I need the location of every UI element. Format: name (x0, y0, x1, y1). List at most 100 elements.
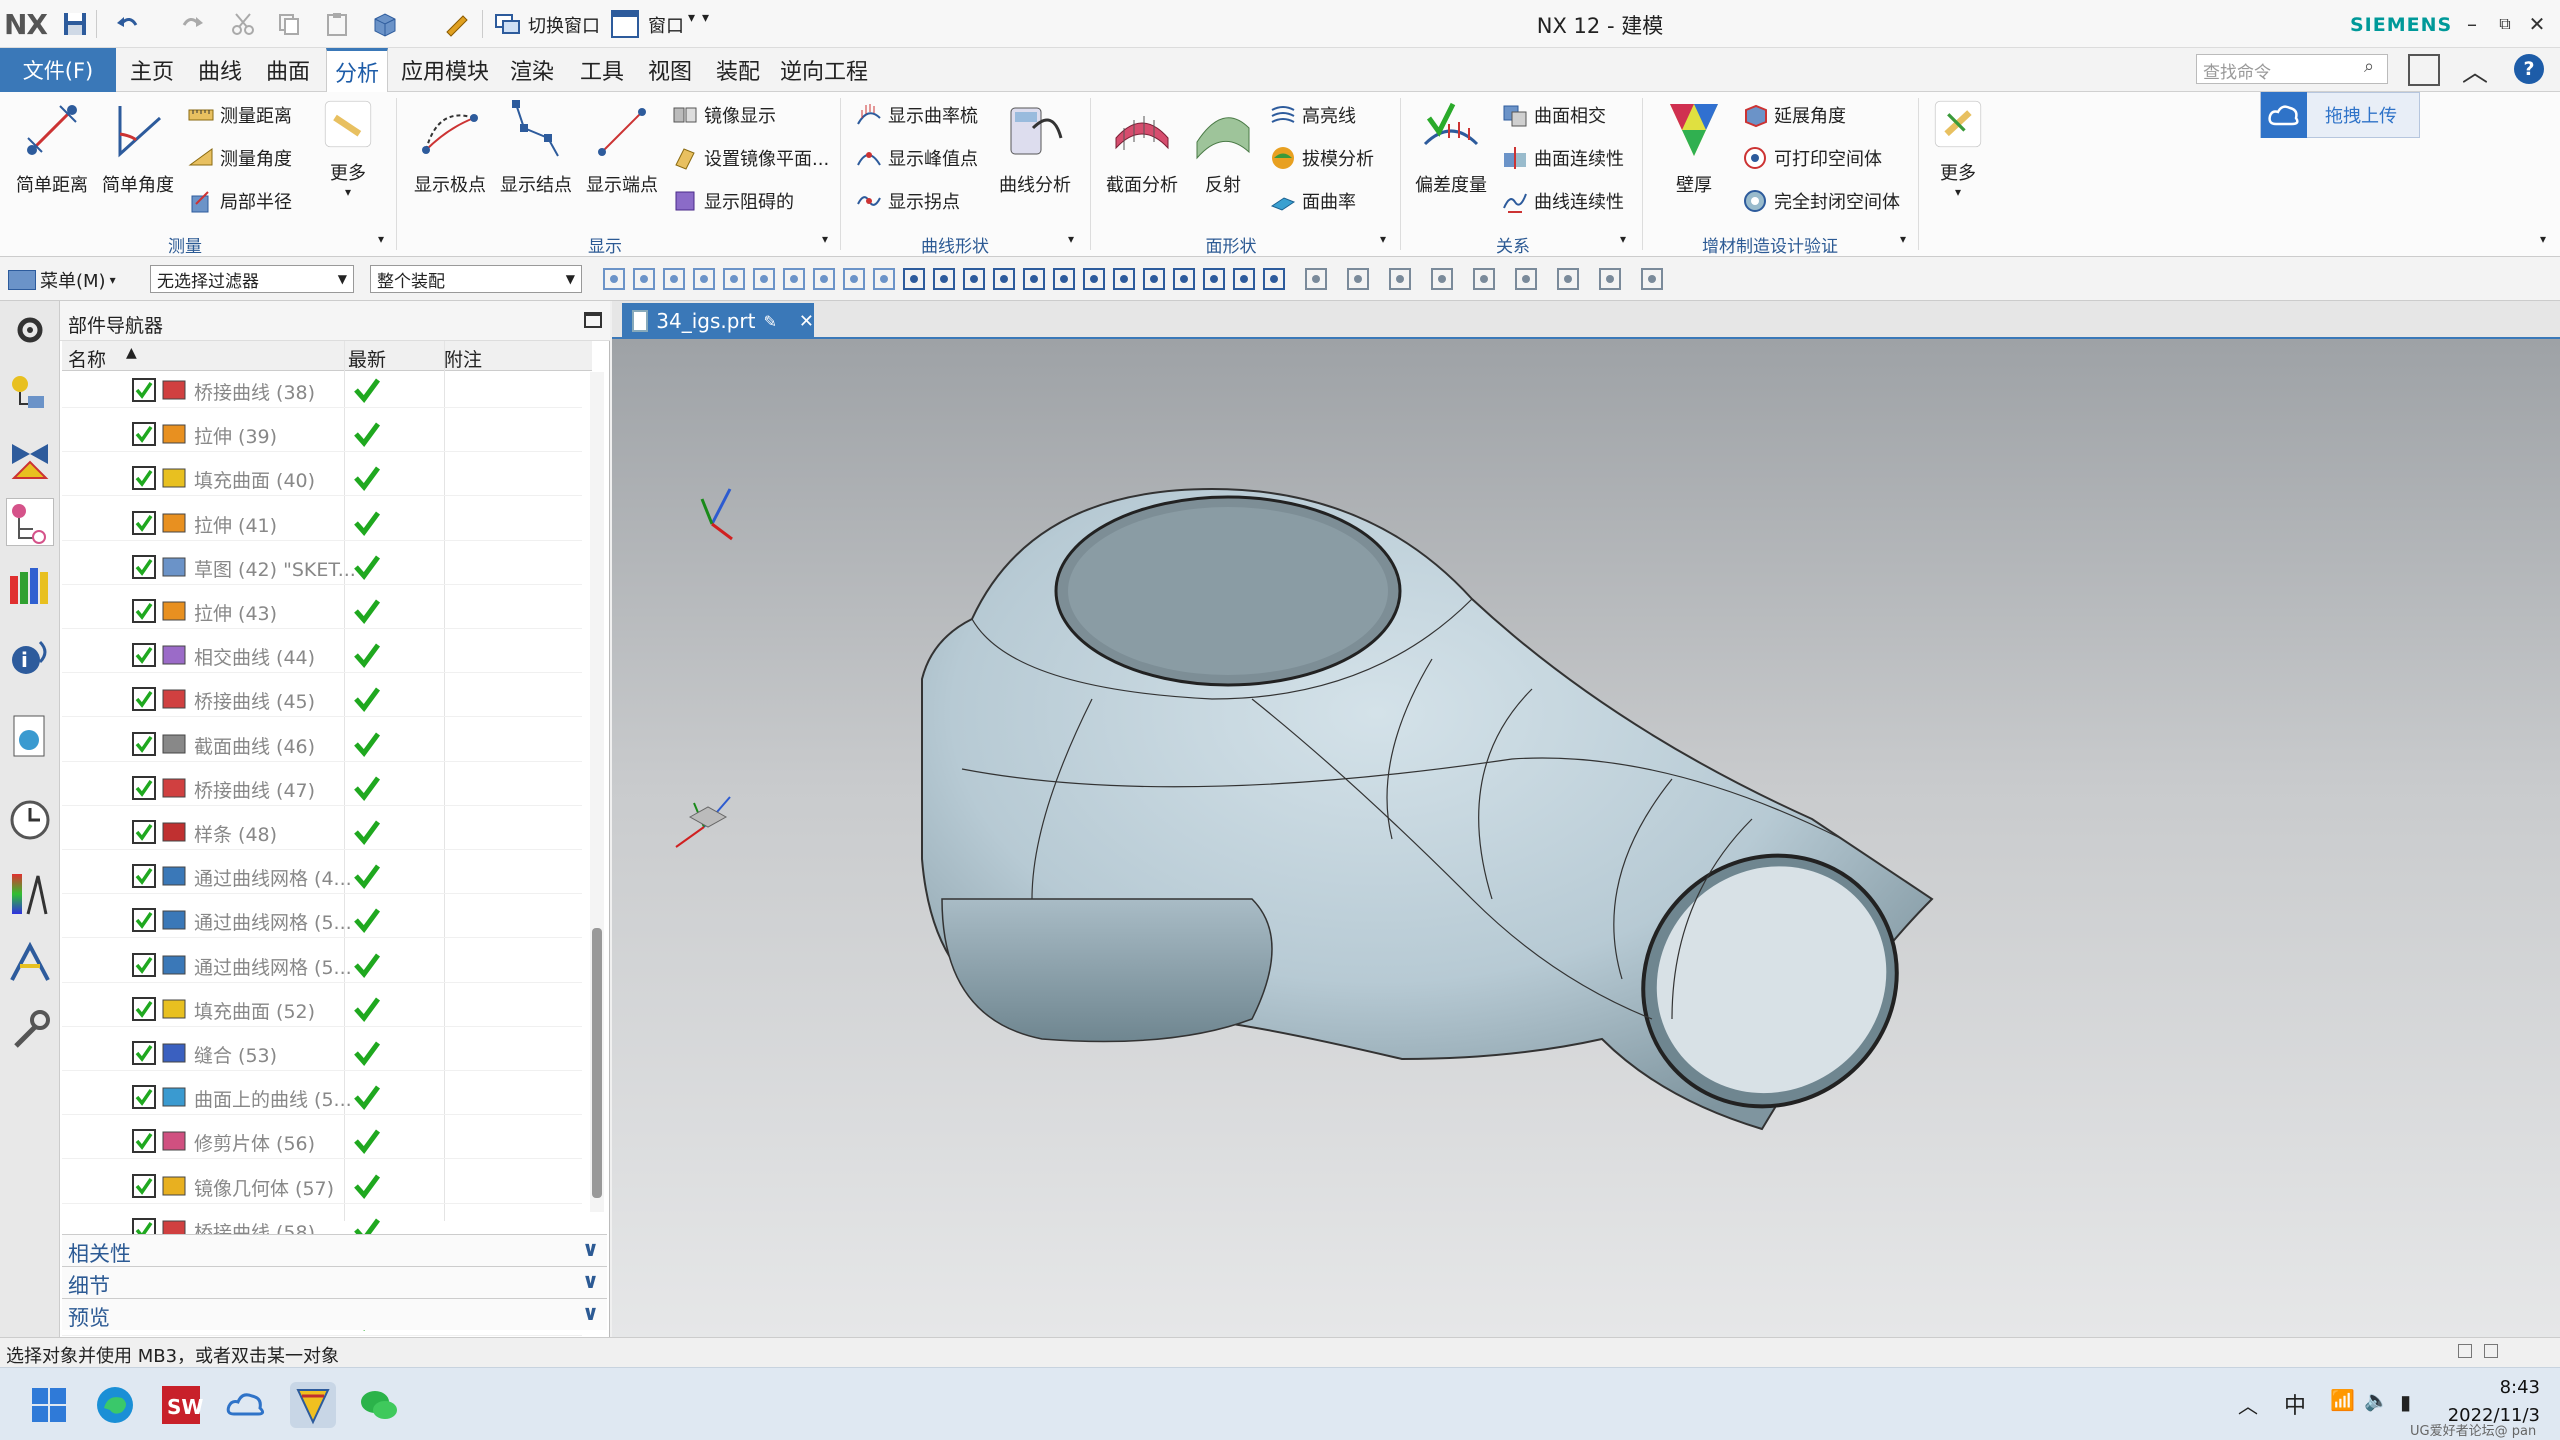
solid-body-icon[interactable] (808, 263, 840, 295)
settings-gear-icon[interactable] (6, 306, 54, 354)
measure-distance-button[interactable]: 测量距离 (188, 98, 292, 132)
visibility-checkbox[interactable] (132, 378, 156, 402)
table-row[interactable]: 样条 (48) (62, 814, 582, 850)
visibility-checkbox[interactable] (132, 466, 156, 491)
assembly-scope-dropdown[interactable]: 整个装配 ▼ (370, 265, 582, 293)
deselect-icon[interactable] (718, 263, 750, 295)
tab-render[interactable]: 渲染 (504, 48, 560, 92)
play-icon[interactable] (1636, 263, 1668, 295)
visibility-checkbox[interactable] (132, 908, 156, 933)
show-blocked-button[interactable]: 显示阻碍的 (672, 184, 794, 218)
redo-icon[interactable] (176, 8, 210, 40)
snap-all-icon[interactable] (868, 263, 900, 295)
table-row[interactable]: 拉伸 (39) (62, 416, 582, 453)
close-icon[interactable]: ✕ (2520, 8, 2554, 40)
fullscreen-icon[interactable] (2408, 54, 2440, 86)
table-row[interactable]: 通过曲线网格 (4... (62, 858, 582, 895)
tab-assembly[interactable]: 装配 (710, 48, 766, 92)
section-analysis-button[interactable]: 截面分析 (1100, 98, 1184, 197)
table-row[interactable]: 通过曲线网格 (5... (62, 947, 582, 983)
details-section[interactable]: 细节 ∨ (62, 1266, 607, 1298)
curve-continuity-button[interactable]: 曲线连续性 (1502, 184, 1624, 218)
set-mirror-plane-button[interactable]: 设置镜像平面... (672, 141, 829, 175)
fit-icon[interactable] (1510, 263, 1542, 295)
chevron-down-icon[interactable]: ▾ (2540, 232, 2546, 246)
show-inflection-button[interactable]: 显示拐点 (856, 184, 960, 218)
table-row[interactable]: 填充曲面 (52) (62, 991, 582, 1027)
line-icon[interactable] (898, 263, 930, 295)
tab-tools[interactable]: 工具 (574, 48, 630, 92)
render-icon[interactable] (1552, 263, 1584, 295)
clock-icon[interactable] (6, 796, 54, 844)
tab-analysis[interactable]: 分析 (326, 48, 388, 92)
preview-section[interactable]: 预览 ∨ (62, 1298, 607, 1330)
wechat-icon[interactable] (356, 1382, 402, 1428)
visibility-checkbox[interactable] (132, 687, 156, 712)
rectangle-select-icon[interactable] (778, 263, 810, 295)
windows-start-icon[interactable] (26, 1382, 72, 1428)
sort-ascending-icon[interactable]: ▲ (126, 345, 137, 361)
chevron-up-icon[interactable]: ︿ (2238, 1390, 2258, 1419)
nx-taskbar-icon[interactable] (290, 1382, 336, 1428)
chevron-down-icon[interactable]: ▾ (378, 232, 384, 246)
part-icon[interactable] (838, 263, 870, 295)
face-curvature-button[interactable]: 面曲率 (1270, 184, 1356, 218)
local-radius-button[interactable]: 局部半径 (188, 184, 292, 218)
simple-angle-button[interactable]: 简单角度 (96, 98, 180, 197)
feature-selection-icon[interactable] (748, 263, 780, 295)
chevron-down-icon[interactable]: ▾ (822, 232, 828, 246)
visibility-checkbox[interactable] (132, 996, 156, 1021)
chevron-down-icon[interactable]: ▾ (1900, 232, 1906, 246)
document-tab[interactable]: 34_igs.prt ✎ ✕ (622, 303, 814, 339)
zoom-icon[interactable] (1300, 263, 1332, 295)
tangent-icon[interactable] (928, 263, 960, 295)
midpoint-icon[interactable] (1168, 263, 1200, 295)
select-all-icon[interactable] (688, 263, 720, 295)
view-icon[interactable] (1342, 263, 1374, 295)
point-icon[interactable] (1138, 263, 1170, 295)
draft-analysis-button[interactable]: 拔模分析 (1270, 141, 1374, 175)
search-icon[interactable]: ⌕ (2364, 56, 2374, 77)
tab-surface[interactable]: 曲面 (260, 48, 316, 92)
tab-home[interactable]: 主页 (124, 48, 180, 92)
reuse-library-icon[interactable] (6, 562, 54, 610)
wifi-icon[interactable]: 📶 (2330, 1388, 2355, 1412)
visibility-checkbox[interactable] (132, 775, 156, 800)
table-row[interactable]: 截面曲线 (46) (62, 726, 582, 762)
paste-icon[interactable] (320, 8, 354, 40)
chevron-down-icon[interactable]: ▾ (702, 10, 709, 26)
show-peak-button[interactable]: 显示峰值点 (856, 141, 978, 175)
chevron-down-icon[interactable]: ▾ (1380, 232, 1386, 246)
enclosed-void-button[interactable]: 完全封闭空间体 (1742, 184, 1900, 218)
spline-point-icon[interactable] (988, 263, 1020, 295)
view-cube-icon[interactable] (368, 8, 402, 40)
visualization-icon[interactable] (6, 870, 54, 918)
center-icon[interactable] (1078, 263, 1110, 295)
general-selection-icon[interactable] (658, 263, 690, 295)
navigator-scroll-thumb[interactable] (592, 928, 602, 1198)
deviation-button[interactable]: 偏差度量 (1408, 98, 1494, 197)
column-note[interactable]: 附注 (444, 345, 482, 372)
chevron-down-icon[interactable]: ▾ (688, 10, 695, 26)
pencil-icon[interactable] (440, 8, 474, 40)
table-row[interactable]: 桥接曲线 (38) (62, 372, 582, 408)
file-menu-button[interactable]: 文件(F) (0, 48, 116, 92)
command-search-input[interactable]: 查找命令 (2196, 54, 2388, 84)
dependencies-section[interactable]: 相关性 ∨ (62, 1234, 607, 1266)
chevron-down-icon[interactable]: ▾ (1068, 232, 1074, 246)
reflection-button[interactable]: 反射 (1186, 98, 1260, 197)
additive-more-button[interactable]: 更多 ▾ (1926, 98, 1990, 199)
switch-window-label[interactable]: 切换窗口 (528, 12, 600, 38)
show-pole-button[interactable]: 显示极点 (408, 98, 492, 197)
tab-reverse-engineering[interactable]: 逆向工程 (778, 48, 870, 92)
rotate-icon[interactable] (1384, 263, 1416, 295)
show-curvature-comb-button[interactable]: 显示曲率梳 (856, 98, 978, 132)
table-row[interactable]: 缝合 (53) (62, 1035, 582, 1071)
menu-button[interactable]: 菜单(M) ▾ (8, 266, 126, 294)
table-row[interactable]: 通过曲线网格 (5... (62, 902, 582, 939)
table-row[interactable]: 修剪片体 (56) (62, 1123, 582, 1160)
visibility-checkbox[interactable] (132, 952, 156, 977)
shade-icon[interactable] (1594, 263, 1626, 295)
intersection-icon[interactable] (1048, 263, 1080, 295)
minimize-icon[interactable]: – (2455, 8, 2489, 40)
